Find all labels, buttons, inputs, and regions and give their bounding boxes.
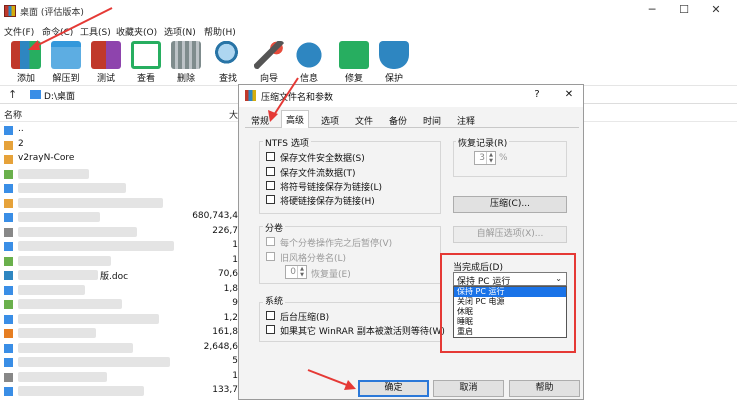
annotation-arrow [307,369,353,388]
annotation-arrow [271,77,299,119]
annotation-arrowhead [28,40,40,50]
annotation-arrow [31,7,113,49]
annotation-arrows [28,7,356,390]
file-name: 版.doc [100,272,129,282]
